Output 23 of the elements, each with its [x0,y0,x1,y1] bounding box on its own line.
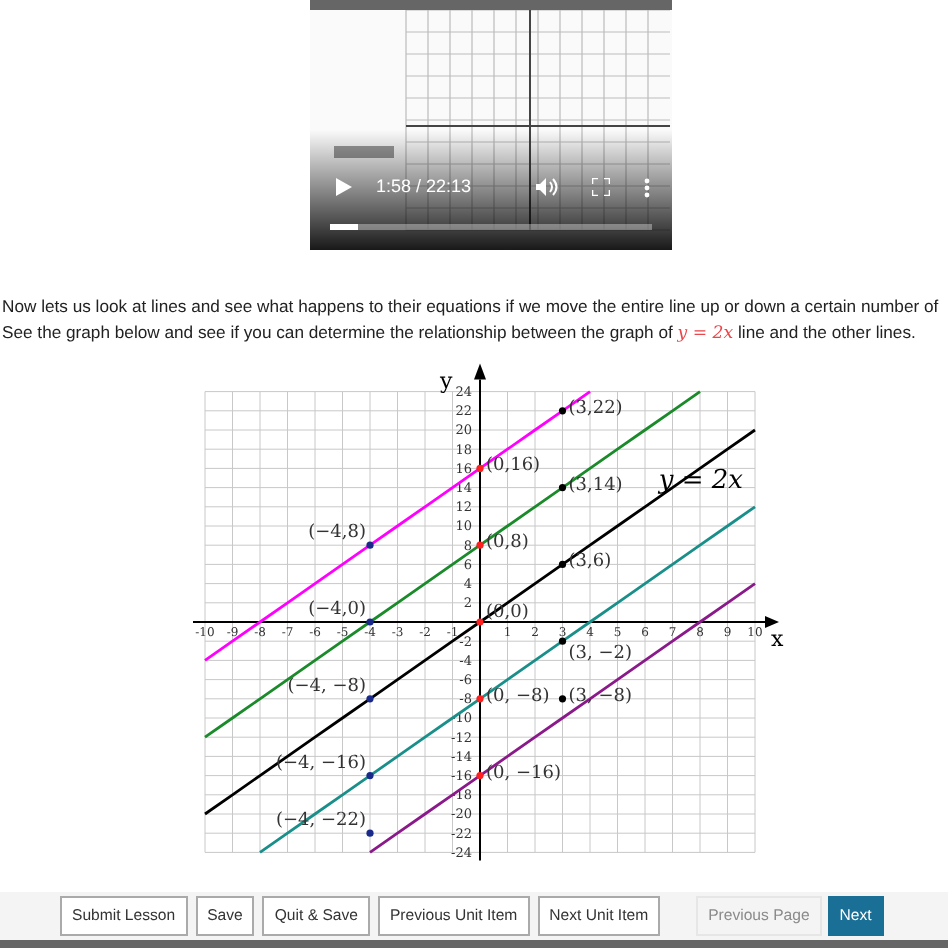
point-label: (3,14) [568,475,623,496]
point-label: (0, −16) [486,763,561,784]
point-label: (3, −8) [568,686,632,707]
point-label: (0,8) [486,533,529,554]
point-label: (−4,8) [308,523,366,544]
point-label: (0, −8) [486,686,550,707]
point-label: (3,22) [568,398,623,419]
volume-icon[interactable] [536,178,558,196]
play-icon[interactable] [336,178,352,196]
paragraph-text: See the graph below and see if you can determine the relationship between the graph of y = 2x line and the other lines. [2,322,916,342]
point-label: (3,6) [568,552,612,573]
point-label: (0,16) [486,456,541,477]
point-label: (−4, −16) [275,753,366,774]
point-label: (3, −2) [568,644,632,664]
progress-bar[interactable] [330,224,652,230]
axis-label: y [440,367,453,394]
video-time: 1:58 / 22:13 [376,174,472,200]
axis-label: x [771,626,784,652]
more-icon[interactable] [644,178,650,198]
fullscreen-icon[interactable] [592,178,610,196]
paragraph-text: Now lets us look at lines and see what happens to their equations if we move the entire line up or down a certain number of [2,296,939,316]
point-label: (−4,0) [308,600,366,620]
point-label: (−4, −8) [287,676,366,697]
